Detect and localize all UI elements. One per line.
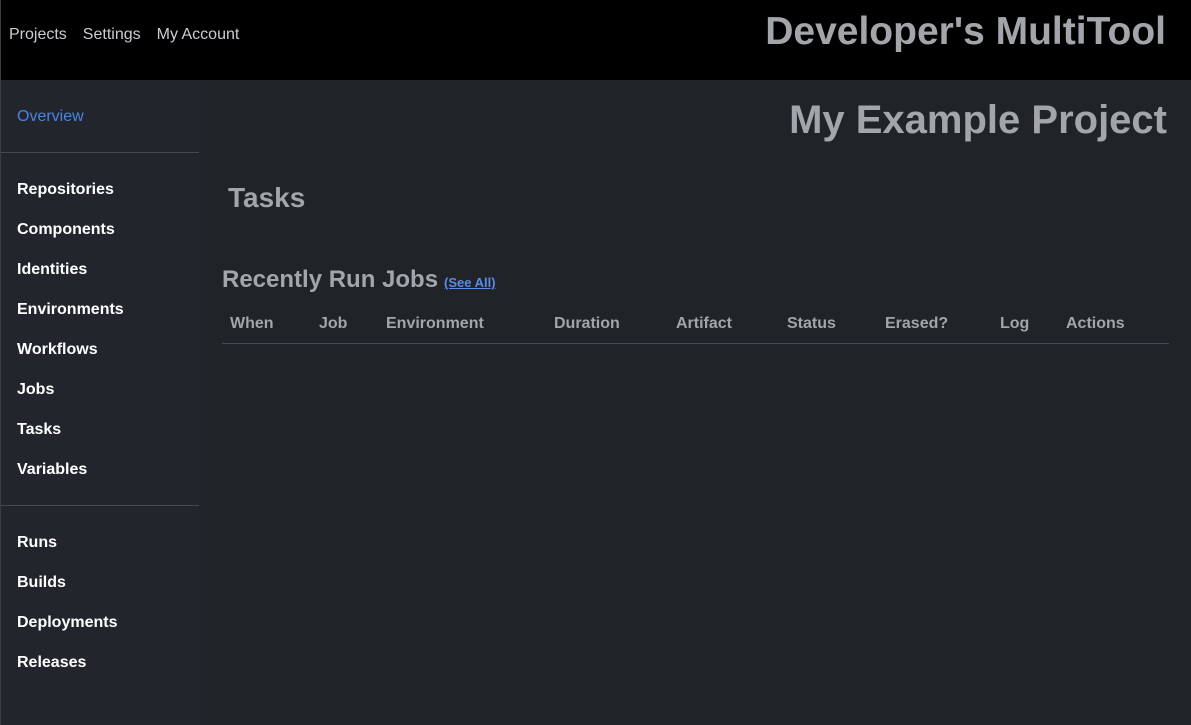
see-all-link[interactable]: (See All) <box>444 275 496 290</box>
column-header-job[interactable]: Job <box>319 315 347 333</box>
nav-projects-link[interactable]: Projects <box>9 26 67 44</box>
column-header-environment[interactable]: Environment <box>386 315 484 333</box>
sidebar-item-repositories[interactable]: Repositories <box>17 181 114 199</box>
sidebar-item-variables[interactable]: Variables <box>17 461 87 479</box>
top-nav: Projects Settings My Account <box>9 26 239 44</box>
column-header-status[interactable]: Status <box>787 315 836 333</box>
sidebar-item-deployments[interactable]: Deployments <box>17 614 117 632</box>
sidebar-item-runs[interactable]: Runs <box>17 534 57 552</box>
column-header-log[interactable]: Log <box>1000 315 1029 333</box>
sidebar-item-releases[interactable]: Releases <box>17 654 86 672</box>
column-header-duration[interactable]: Duration <box>554 315 620 333</box>
app-title: Developer's MultiTool <box>765 10 1166 53</box>
page-title: My Example Project <box>789 98 1167 142</box>
sidebar-item-identities[interactable]: Identities <box>17 261 87 279</box>
sidebar: Overview Repositories Components Identit… <box>0 80 200 725</box>
sidebar-item-environments[interactable]: Environments <box>17 301 124 319</box>
sidebar-item-workflows[interactable]: Workflows <box>17 341 98 359</box>
main-content: My Example Project Tasks Recently Run Jo… <box>199 80 1191 725</box>
top-bar: Projects Settings My Account Developer's… <box>0 0 1191 80</box>
recent-jobs-header: Recently Run Jobs (See All) <box>222 266 496 294</box>
sidebar-item-tasks[interactable]: Tasks <box>17 421 61 439</box>
sidebar-divider <box>1 505 200 506</box>
column-header-actions[interactable]: Actions <box>1066 315 1125 333</box>
column-header-erased[interactable]: Erased? <box>885 315 948 333</box>
sidebar-item-jobs[interactable]: Jobs <box>17 381 54 399</box>
nav-my-account-link[interactable]: My Account <box>157 26 240 44</box>
nav-settings-link[interactable]: Settings <box>83 26 141 44</box>
sidebar-item-overview[interactable]: Overview <box>17 108 84 126</box>
recent-jobs-table: When Job Environment Duration Artifact S… <box>222 307 1169 344</box>
section-title: Tasks <box>228 182 306 213</box>
recent-jobs-title: Recently Run Jobs <box>222 266 439 293</box>
column-header-artifact[interactable]: Artifact <box>676 315 732 333</box>
sidebar-item-builds[interactable]: Builds <box>17 574 66 592</box>
sidebar-item-components[interactable]: Components <box>17 221 115 239</box>
column-header-when[interactable]: When <box>230 315 274 333</box>
sidebar-divider <box>1 152 200 153</box>
